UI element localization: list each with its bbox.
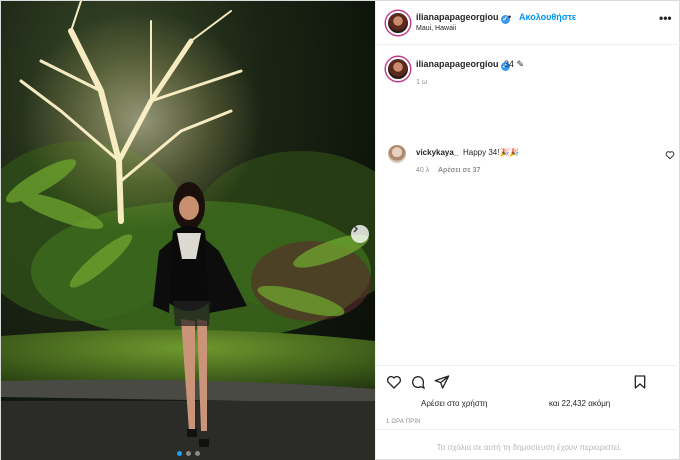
comment-time: 40 λ [416,167,430,174]
caption-avatar[interactable] [386,57,410,81]
share-icon[interactable] [434,374,450,390]
caption-time: 1 ω [416,79,428,86]
likes-count[interactable]: και 22,432 ακόμη [549,399,610,408]
carousel-dot [194,451,200,456]
chevron-right-icon [353,225,358,233]
caption-username[interactable]: ilianapapageorgiou ✓ [416,59,510,71]
post-sidebar: ilianapapageorgiou ✓ • Ακολουθήστε Maui, … [375,1,680,460]
post-photo[interactable] [1,1,375,460]
post-header: ilianapapageorgiou ✓ • Ακολουθήστε Maui, … [376,1,680,45]
location-link[interactable]: Maui, Hawaii [416,25,456,32]
carousel-dot [185,451,191,456]
next-slide-button[interactable] [351,225,369,243]
follow-button[interactable]: Ακολουθήστε [519,12,576,22]
comment-text: Happy 34!🎉🎉 [463,148,520,157]
heart-icon[interactable] [386,374,402,390]
header-username[interactable]: ilianapapageorgiou ✓ [416,12,510,24]
carousel-dot [176,451,182,456]
avatar[interactable] [386,11,410,35]
caption-username-text[interactable]: ilianapapageorgiou [416,59,499,69]
bookmark-icon[interactable] [632,374,648,390]
comment-icon[interactable] [410,374,426,390]
photo-illustration [1,1,375,460]
separator-dot: • [508,12,512,22]
header-username-text[interactable]: ilianapapageorgiou [416,12,499,22]
caption-body: 34 [504,59,515,69]
caption-text: 34 ✎ [504,59,524,70]
comment-likes[interactable]: Αρέσει σε 37 [438,167,480,174]
post-dialog: ilianapapageorgiou ✓ • Ακολουθήστε Maui, … [0,0,680,460]
carousel-indicator [1,451,375,456]
comments-restricted-notice: Τα σχόλια σε αυτή τη δημοσίευση έχουν πε… [376,429,680,460]
more-options-icon[interactable]: ••• [659,11,672,25]
liked-by-label[interactable]: Αρέσει στο χρήστη [421,399,487,408]
comment-username[interactable]: vickykaya_ [416,148,458,157]
comment-avatar[interactable] [388,145,406,163]
pencil-icon: ✎ [516,59,525,69]
post-timestamp: 1 ΩΡΑ ΠΡΙΝ [386,419,421,425]
comment-heart-icon[interactable] [665,150,675,160]
